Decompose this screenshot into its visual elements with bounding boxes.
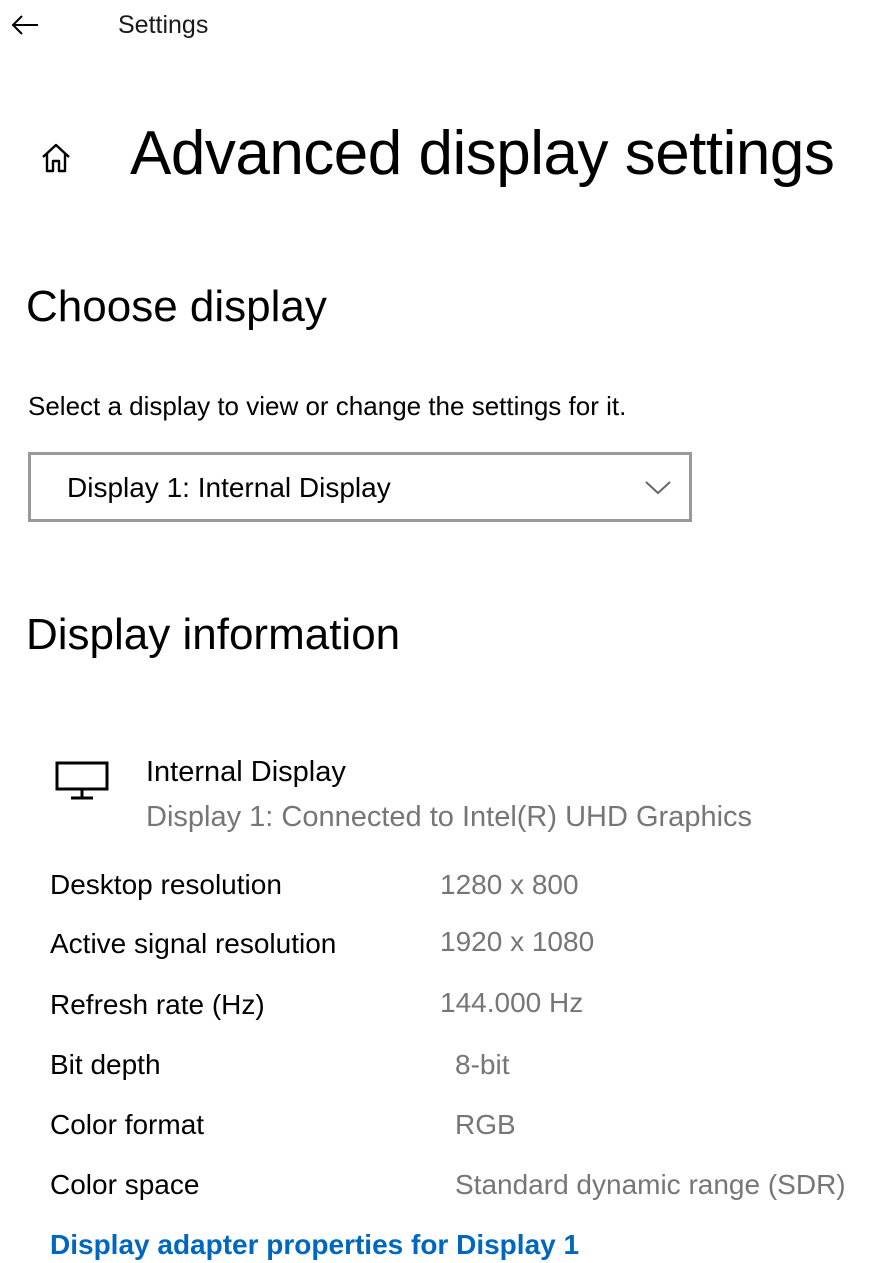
display-information-heading: Display information: [26, 610, 401, 659]
display-connection: Display 1: Connected to Intel(R) UHD Gra…: [146, 801, 753, 833]
back-button[interactable]: [8, 10, 42, 40]
select-display-description: Select a display to view or change the s…: [28, 391, 627, 421]
refresh-rate-value: 144.000 Hz: [440, 987, 584, 1018]
desktop-resolution-value: 1280 x 800: [440, 869, 579, 900]
color-format-label: Color format: [50, 1109, 205, 1140]
color-format-value: RGB: [455, 1109, 516, 1140]
bit-depth-value: 8-bit: [455, 1049, 510, 1080]
page-title: Advanced display settings: [130, 119, 835, 188]
home-button[interactable]: [34, 136, 78, 180]
color-space-value: Standard dynamic range (SDR): [455, 1169, 846, 1200]
arrow-left-icon: [11, 15, 38, 35]
display-adapter-properties-link[interactable]: Display adapter properties for Display 1: [50, 1229, 579, 1261]
home-icon: [42, 143, 70, 173]
app-title: Settings: [118, 11, 209, 39]
active-signal-resolution-label: Active signal resolution: [50, 928, 337, 959]
bit-depth-label: Bit depth: [50, 1049, 161, 1080]
monitor-icon: [55, 761, 109, 800]
choose-display-heading: Choose display: [26, 282, 327, 331]
color-space-label: Color space: [50, 1169, 200, 1200]
chevron-down-icon: [645, 481, 671, 495]
display-select-value: Display 1: Internal Display: [67, 472, 391, 503]
refresh-rate-label: Refresh rate (Hz): [50, 989, 265, 1020]
display-name: Internal Display: [146, 756, 346, 788]
display-select-dropdown[interactable]: Display 1: Internal Display: [28, 452, 692, 522]
desktop-resolution-label: Desktop resolution: [50, 869, 282, 900]
active-signal-resolution-value: 1920 x 1080: [440, 926, 595, 957]
